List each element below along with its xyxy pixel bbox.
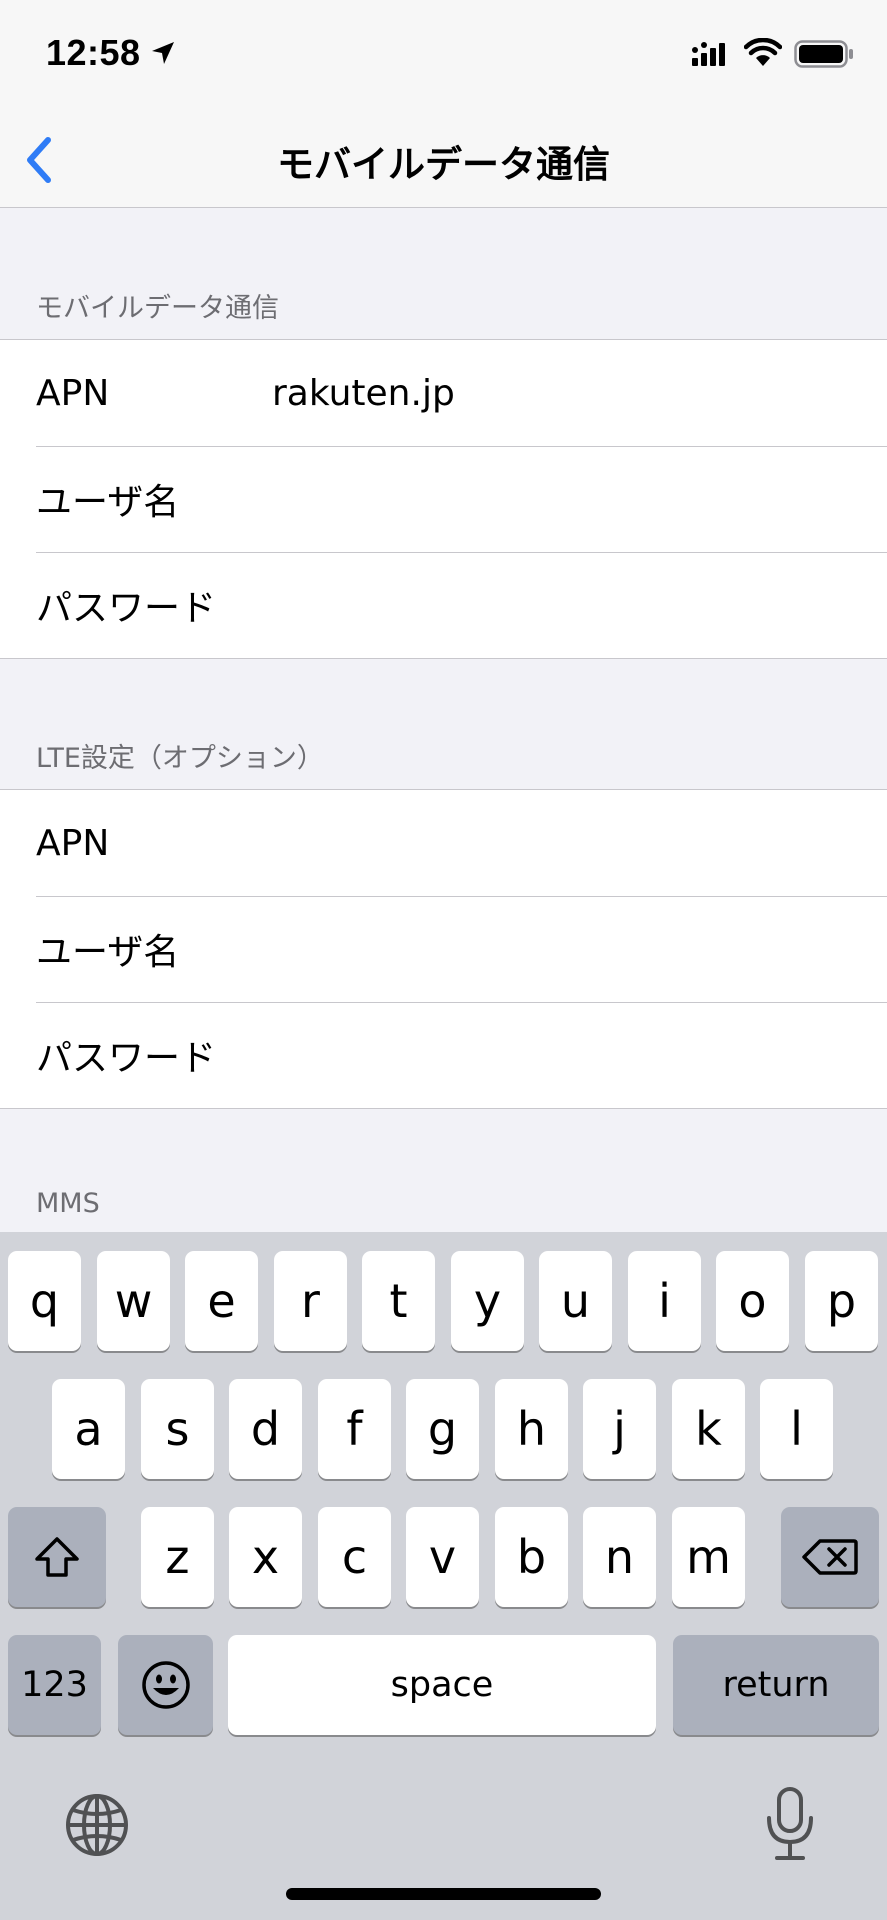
key-t[interactable]: t [362, 1251, 435, 1351]
mobile-data-group: APN rakuten.jp ユーザ名 パスワード [0, 339, 887, 659]
lte-username-row[interactable]: ユーザ名 [0, 896, 887, 1002]
key-d[interactable]: d [229, 1379, 302, 1479]
key-o[interactable]: o [716, 1251, 789, 1351]
key-n[interactable]: n [583, 1507, 656, 1607]
key-k[interactable]: k [672, 1379, 745, 1479]
emoji-key[interactable] [118, 1635, 213, 1735]
section-header-lte: LTE設定（オプション） [36, 743, 324, 774]
apn-row[interactable]: APN rakuten.jp [0, 340, 887, 446]
globe-icon[interactable] [64, 1792, 130, 1858]
lte-password-label: パスワード [36, 1038, 217, 1079]
shift-icon [35, 1537, 79, 1577]
key-a[interactable]: a [52, 1379, 125, 1479]
shift-key[interactable] [8, 1507, 106, 1607]
wifi-icon [744, 38, 782, 66]
key-g[interactable]: g [406, 1379, 479, 1479]
apn-field[interactable]: rakuten.jp [272, 373, 455, 414]
delete-icon [802, 1539, 858, 1575]
key-u[interactable]: u [539, 1251, 612, 1351]
key-w[interactable]: w [97, 1251, 170, 1351]
key-z[interactable]: z [141, 1507, 214, 1607]
key-y[interactable]: y [451, 1251, 524, 1351]
page-title: モバイルデータ通信 [277, 143, 610, 186]
username-label: ユーザ名 [36, 482, 180, 523]
key-s[interactable]: s [141, 1379, 214, 1479]
status-bar: 12:58 [0, 0, 887, 110]
location-arrow-icon [152, 42, 174, 64]
microphone-icon[interactable] [764, 1786, 816, 1862]
navigation-bar: モバイルデータ通信 [0, 110, 887, 208]
key-h[interactable]: h [495, 1379, 568, 1479]
key-i[interactable]: i [628, 1251, 701, 1351]
lte-apn-label: APN [36, 822, 110, 864]
key-j[interactable]: j [583, 1379, 656, 1479]
section-header-mobile-data: モバイルデータ通信 [36, 293, 279, 324]
key-r[interactable]: r [274, 1251, 347, 1351]
lte-apn-row[interactable]: APN [0, 790, 887, 896]
return-key[interactable]: return [673, 1635, 879, 1735]
key-l[interactable]: l [760, 1379, 833, 1479]
lte-password-row[interactable]: パスワード [0, 1002, 887, 1108]
lte-username-label: ユーザ名 [36, 932, 180, 973]
key-m[interactable]: m [672, 1507, 745, 1607]
lte-settings-group: APN ユーザ名 パスワード [0, 789, 887, 1109]
numbers-key[interactable]: 123 [8, 1635, 101, 1735]
key-e[interactable]: e [185, 1251, 258, 1351]
key-p[interactable]: p [805, 1251, 878, 1351]
key-b[interactable]: b [495, 1507, 568, 1607]
password-label: パスワード [36, 588, 217, 629]
key-c[interactable]: c [318, 1507, 391, 1607]
signal-icon [692, 42, 725, 66]
username-row[interactable]: ユーザ名 [0, 446, 887, 552]
delete-key[interactable] [781, 1507, 879, 1607]
emoji-icon [141, 1661, 190, 1709]
section-header-mms: MMS [36, 1188, 100, 1219]
key-x[interactable]: x [229, 1507, 302, 1607]
key-v[interactable]: v [406, 1507, 479, 1607]
password-row[interactable]: パスワード [0, 552, 887, 658]
space-key[interactable]: space [228, 1635, 656, 1735]
apn-label: APN [36, 372, 110, 414]
battery-icon [794, 40, 853, 68]
key-f[interactable]: f [318, 1379, 391, 1479]
status-time: 12:58 [46, 32, 141, 73]
home-indicator[interactable] [286, 1888, 601, 1900]
key-q[interactable]: q [8, 1251, 81, 1351]
